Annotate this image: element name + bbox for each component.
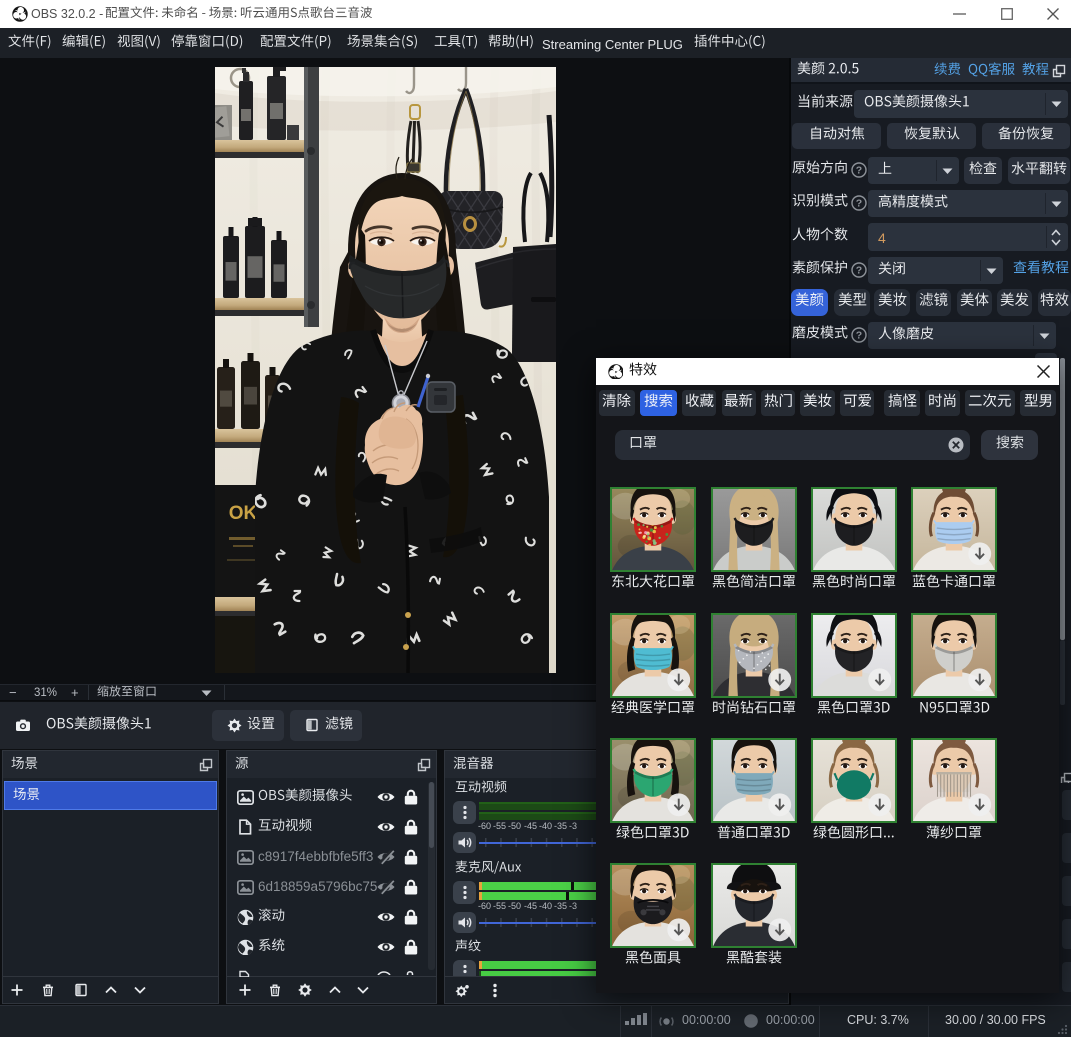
- svg-text:?: ?: [856, 198, 862, 210]
- svg-text:OK: OK: [229, 503, 258, 524]
- svg-text:?: ?: [856, 165, 862, 177]
- svg-text:?: ?: [856, 265, 862, 277]
- svg-text:?: ?: [856, 330, 862, 342]
